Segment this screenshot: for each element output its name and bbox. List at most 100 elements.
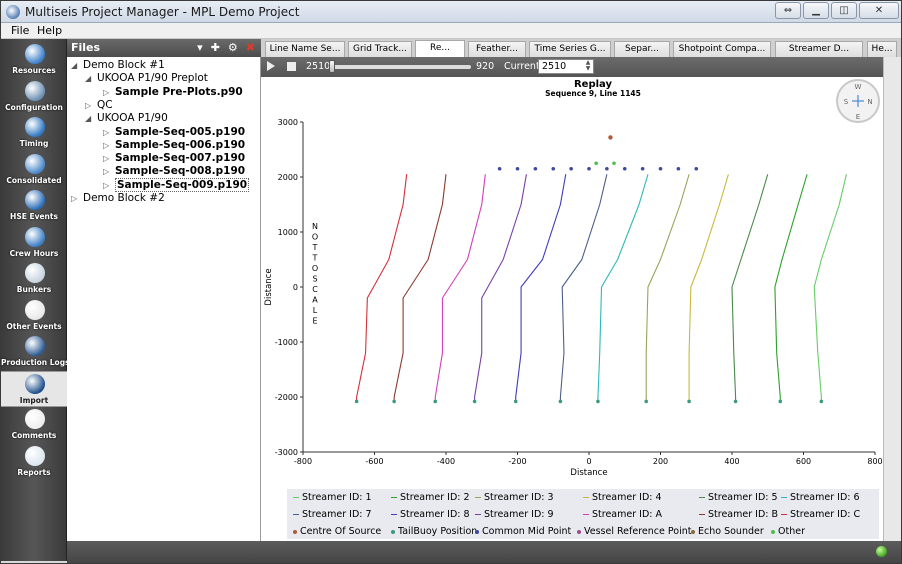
play-icon[interactable] [267, 61, 275, 71]
collapsed-arrow-icon[interactable]: ▷ [103, 141, 115, 150]
tree-node[interactable]: ▷ QC [85, 99, 113, 111]
close-icon[interactable]: ✕ [859, 2, 899, 19]
gear-icon[interactable]: ⚙ [228, 41, 238, 54]
y-tick-label: 1000 [278, 228, 298, 237]
nav-configuration[interactable]: Configuration [1, 79, 67, 115]
nav-consolidated[interactable]: Consolidated [1, 152, 67, 188]
streamer-line [356, 174, 408, 402]
nav-label: Timing [19, 139, 49, 148]
legend-dot-icon [691, 529, 695, 534]
tab-3[interactable]: Re... [415, 40, 465, 57]
legend-label: Streamer ID: 7 [302, 509, 372, 520]
nav-reports[interactable]: Reports [1, 444, 67, 480]
tree-node[interactable]: ▷ Sample-Seq-009.p190 [103, 177, 250, 192]
delete-icon[interactable]: ✖ [246, 41, 255, 54]
add-icon[interactable]: ✚ [211, 41, 220, 54]
nav-crew-hours[interactable]: Crew Hours [1, 225, 67, 261]
legend-item: Streamer ID: 9 [475, 509, 554, 520]
nav-label: Consolidated [6, 175, 62, 185]
legend-item: Vessel Reference Point [577, 526, 691, 537]
tree-node[interactable]: ◢ UKOOA P1/90 [85, 112, 168, 124]
collapsed-arrow-icon[interactable]: ▷ [103, 88, 115, 97]
collapsed-arrow-icon[interactable]: ▷ [103, 167, 115, 176]
tree-node[interactable]: ▷ Sample-Seq-006.p190 [103, 139, 245, 151]
streamer-line [559, 174, 608, 402]
cmp-point [658, 166, 663, 171]
comments-icon [25, 409, 45, 429]
nav-label: Reports [17, 467, 51, 477]
tailbuoy-point [778, 399, 783, 404]
streamer-line [474, 174, 527, 402]
y-axis-label: Distance [264, 268, 274, 305]
tailbuoy-point [596, 399, 600, 404]
nav-comments[interactable]: Comments [1, 407, 67, 443]
tree-node[interactable]: ▷ Sample Pre-Plots.p90 [103, 86, 243, 98]
collapsed-arrow-icon[interactable]: ▷ [103, 128, 115, 137]
spinner-icon[interactable]: ▲ ▼ [583, 60, 593, 73]
nav-bunkers[interactable]: Bunkers [1, 261, 67, 297]
restore-icon[interactable]: ⇔ [775, 2, 801, 19]
legend-line-icon [583, 514, 589, 515]
tab-7[interactable]: Shotpoint Compa... [673, 41, 771, 57]
cmp-point [497, 166, 502, 171]
nav-import[interactable]: Import [1, 370, 67, 407]
tab-2[interactable]: Grid Track... [348, 41, 412, 57]
expanded-arrow-icon[interactable]: ◢ [71, 61, 83, 70]
expanded-arrow-icon[interactable]: ◢ [85, 114, 97, 123]
nav-timing[interactable]: Timing [1, 115, 67, 151]
stop-icon[interactable] [287, 62, 296, 71]
legend-item: Streamer ID: B [699, 509, 778, 520]
collapsed-arrow-icon[interactable]: ▷ [103, 181, 115, 190]
vertical-scrollbar[interactable] [883, 57, 901, 541]
configuration-icon [25, 80, 45, 101]
legend-label: Vessel Reference Point [584, 526, 692, 537]
collapsed-arrow-icon[interactable]: ▷ [85, 101, 97, 110]
x-tick-label: 200 [653, 457, 668, 466]
tab-5[interactable]: Time Series G... [529, 41, 611, 57]
legend-item: Streamer ID: A [583, 509, 662, 520]
tree-node[interactable]: ▷ Sample-Seq-007.p190 [103, 152, 245, 164]
nav-production-logs[interactable]: Production Logs [1, 334, 70, 370]
tree-node[interactable]: ▷ Demo Block #2 [71, 192, 165, 204]
nav-label: Production Logs [1, 358, 70, 367]
menu-help[interactable]: Help [37, 24, 62, 37]
menu-file[interactable]: File [11, 24, 29, 37]
range-min-label: 2510 [306, 61, 331, 72]
collapsed-arrow-icon[interactable]: ▷ [103, 154, 115, 163]
tab-8[interactable]: Streamer D... [775, 41, 863, 57]
tree-node[interactable]: ▷ Sample-Seq-005.p190 [103, 126, 245, 138]
minimize-icon[interactable]: ▁ [803, 2, 829, 19]
tree-node[interactable]: ◢ Demo Block #1 [71, 59, 165, 71]
maximize-icon[interactable]: ◫ [831, 2, 857, 19]
collapsed-arrow-icon[interactable]: ▷ [71, 194, 83, 203]
tree-node[interactable]: ◢ UKOOA P1/90 Preplot [85, 72, 208, 84]
bunkers-icon [25, 263, 45, 283]
legend-line-icon [391, 514, 397, 515]
legend-line-icon [475, 497, 481, 498]
compass-letter: W [855, 83, 862, 91]
nav-hse-events[interactable]: HSE Events [1, 188, 67, 224]
tailbuoy-point [433, 399, 438, 404]
replay-slider-thumb[interactable] [329, 60, 335, 73]
legend-item: Streamer ID: 5 [699, 492, 778, 503]
tab-9[interactable]: He... [867, 41, 897, 57]
tab-1[interactable]: Line Name Se... [265, 41, 345, 57]
legend-label: Streamer ID: 2 [400, 492, 470, 503]
tab-4[interactable]: Feather... [468, 41, 526, 57]
dropdown-icon[interactable]: ▾ [197, 41, 203, 54]
tree-node[interactable]: ▷ Sample-Seq-008.p190 [103, 165, 245, 177]
legend-line-icon [475, 514, 481, 515]
expanded-arrow-icon[interactable]: ◢ [85, 74, 97, 83]
tab-6[interactable]: Separ... [614, 41, 670, 57]
files-panel-header: Files ▾ ✚ ⚙ ✖ [67, 39, 261, 57]
legend-dot-icon [771, 529, 775, 534]
nav-label: Resources [12, 66, 56, 75]
nav-resources[interactable]: Resources [1, 42, 67, 78]
legend-label: Streamer ID: 9 [484, 509, 554, 520]
legend-line-icon [699, 497, 705, 498]
y-tick-label: -2000 [275, 393, 298, 402]
compass-letter: N [867, 98, 872, 106]
nav-other-events[interactable]: Other Events [1, 298, 67, 334]
replay-slider-track[interactable] [331, 65, 471, 69]
tree-node-label: Sample Pre-Plots.p90 [115, 85, 243, 98]
